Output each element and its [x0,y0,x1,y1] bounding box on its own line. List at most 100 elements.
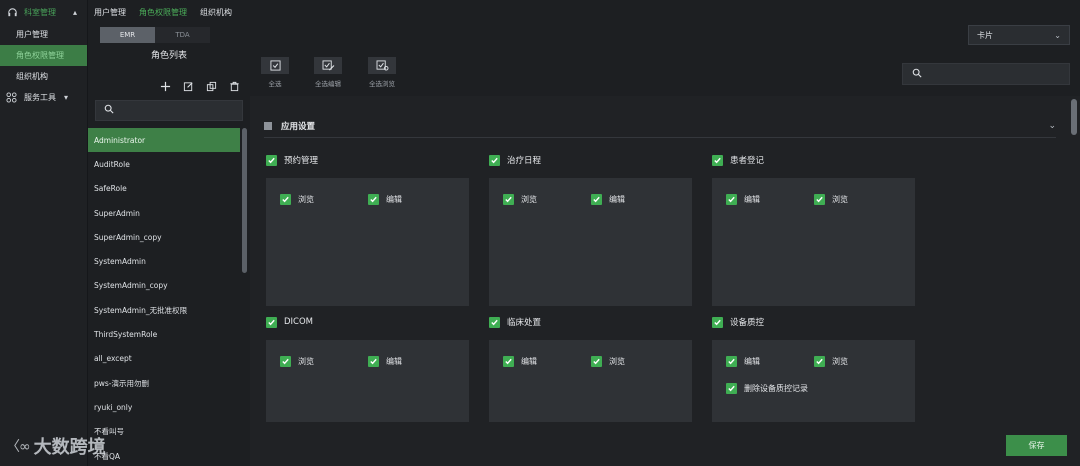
permission-checkbox[interactable]: 编辑 [591,194,625,205]
module-permissions: 浏览 编辑 [489,178,692,306]
module-name: DICOM [284,317,314,327]
permission-checkbox[interactable]: 编辑 [726,356,760,367]
select-all-view-button[interactable]: 全选浏览 [368,57,396,88]
permission-checkbox[interactable]: 编辑 [503,356,537,367]
tab-tda[interactable]: TDA [155,27,210,43]
permission-checkbox[interactable]: 编辑 [726,194,760,205]
role-item[interactable]: ryuki_only [88,395,240,419]
permission-checkbox[interactable]: 浏览 [591,356,625,367]
add-icon[interactable] [158,79,172,93]
permission-label: 编辑 [609,195,625,204]
module-name: 患者登记 [730,156,765,166]
permission-label: 浏览 [832,357,848,366]
role-list-scrollbar[interactable] [242,128,247,273]
role-item[interactable]: SafeRole [88,177,240,201]
permission-label: 浏览 [609,357,625,366]
save-button[interactable]: 保存 [1006,435,1067,456]
module-permissions: 编辑 浏览 删除设备质控记录 [712,340,915,422]
module-header[interactable]: 预约管理 [266,153,469,167]
nav-section-label: 服务工具 [24,92,56,102]
permission-checkbox[interactable]: 编辑 [368,194,402,205]
module-header[interactable]: 设备质控 [712,315,915,329]
top-tabs: 用户管理 角色权限管理 组织机构 [88,0,1080,24]
checkbox-checked-icon [503,194,514,205]
permission-label: 编辑 [386,357,402,366]
role-item[interactable]: all_except [88,347,240,371]
watermark: 〈∞ 大数跨境 [6,433,106,459]
checkbox-checked-icon[interactable] [489,316,500,328]
role-item[interactable]: SystemAdmin_copy [88,274,240,298]
module-header[interactable]: 临床处置 [489,315,692,329]
permission-checkbox[interactable]: 浏览 [814,356,848,367]
role-item[interactable]: Administrator [88,128,240,153]
permission-label: 编辑 [521,357,537,366]
permission-label: 浏览 [832,195,848,204]
system-tabs: EMR TDA [100,27,210,43]
select-all-edit-label: 全选编辑 [315,80,341,88]
check-edit-icon [314,57,342,74]
view-mode-select[interactable]: 卡片 ⌄ [968,25,1070,45]
role-item[interactable]: 不看QA [88,444,240,466]
role-item[interactable]: pws-演示用勿删 [88,371,240,395]
checkbox-checked-icon[interactable] [266,154,277,166]
checkbox-checked-icon [814,356,825,367]
module-permissions: 编辑 浏览 [712,178,915,306]
role-item[interactable]: ThirdSystemRole [88,322,240,346]
role-item[interactable]: SuperAdmin [88,201,240,225]
module-header[interactable]: 治疗日程 [489,153,692,167]
tab-roles[interactable]: 角色权限管理 [139,7,187,18]
permission-checkbox[interactable]: 浏览 [814,194,848,205]
permission-search-input[interactable] [902,63,1070,85]
select-all-button[interactable]: 全选 [261,57,289,88]
left-nav: 科室管理 ▴ 用户管理 角色权限管理 组织机构 服务工具 ▾ [0,0,88,466]
checkbox-checked-icon [814,194,825,205]
checkbox-checked-icon[interactable] [266,316,277,328]
permission-label: 编辑 [386,195,402,204]
permission-checkbox[interactable]: 浏览 [280,194,314,205]
checkbox-checked-icon[interactable] [489,154,500,166]
role-item[interactable]: SuperAdmin_copy [88,225,240,249]
module-card: 临床处置 编辑 浏览 [489,315,692,422]
nav-section-tools[interactable]: 服务工具 ▾ [0,87,87,107]
checkbox-checked-icon [503,356,514,367]
nav-item-org[interactable]: 组织机构 [0,66,87,87]
copy-icon[interactable] [204,79,218,93]
select-all-view-label: 全选浏览 [369,80,395,88]
chevron-down-icon[interactable]: ⌄ [1048,121,1056,131]
nav-item-users[interactable]: 用户管理 [0,24,87,45]
watermark-logo-icon: 〈∞ [6,439,31,455]
module-card: 治疗日程 浏览 编辑 [489,153,692,306]
role-item[interactable]: SystemAdmin [88,249,240,273]
tab-users[interactable]: 用户管理 [94,7,126,18]
checkbox-checked-icon [726,194,737,205]
permission-checkbox[interactable]: 编辑 [368,356,402,367]
permission-checkbox[interactable]: 浏览 [503,194,537,205]
nav-item-roles[interactable]: 角色权限管理 [0,45,87,66]
search-icon [104,104,114,117]
role-item[interactable]: 不看叫号 [88,420,240,444]
role-item[interactable]: AuditRole [88,152,240,176]
module-header[interactable]: 患者登记 [712,153,915,167]
role-search-input[interactable] [95,100,243,121]
permission-checkbox[interactable]: 删除设备质控记录 [726,383,808,394]
check-square-icon [261,57,289,74]
tab-emr[interactable]: EMR [100,27,155,43]
module-header[interactable]: DICOM [266,315,469,329]
nav-section-dept[interactable]: 科室管理 ▴ [0,0,87,24]
module-card: 患者登记 编辑 浏览 [712,153,915,306]
tab-org[interactable]: 组织机构 [200,7,232,18]
role-list: Administrator AuditRole SafeRole SuperAd… [88,128,250,466]
checkbox-checked-icon[interactable] [712,154,723,166]
delete-icon[interactable] [227,79,241,93]
module-name: 临床处置 [507,318,542,328]
content-scrollbar[interactable] [1071,99,1077,135]
module-name: 预约管理 [284,156,319,166]
checkbox-checked-icon[interactable] [712,316,723,328]
select-all-edit-button[interactable]: 全选编辑 [314,57,342,88]
view-mode-value: 卡片 [977,30,993,40]
module-name: 设备质控 [730,318,765,328]
role-item[interactable]: SystemAdmin_无批准权限 [88,298,240,322]
section-header[interactable]: 应用设置 ⌄ [264,114,1056,138]
edit-icon[interactable] [181,79,195,93]
permission-checkbox[interactable]: 浏览 [280,356,314,367]
